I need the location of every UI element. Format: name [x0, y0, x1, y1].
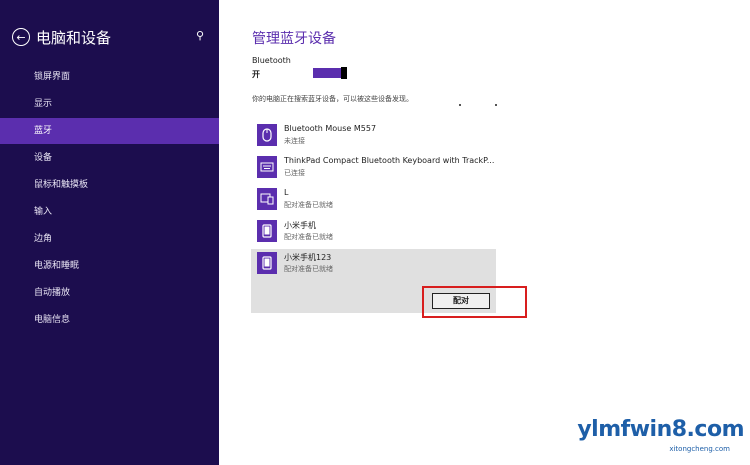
keyboard-icon: [257, 156, 277, 178]
progress-dot: [459, 104, 461, 106]
toggle-thumb: [341, 67, 347, 79]
search-hint: 你的电脑正在搜索蓝牙设备，可以被这些设备发现。: [252, 95, 413, 103]
nav-item-corners[interactable]: 边角: [0, 226, 219, 252]
nav-item-typing[interactable]: 输入: [0, 199, 219, 225]
nav-item-power-sleep[interactable]: 电源和睡眠: [0, 253, 219, 279]
device-item[interactable]: ThinkPad Compact Bluetooth Keyboard with…: [251, 153, 496, 183]
device-status: 已连接: [284, 169, 305, 177]
device-status: 配对准备已就绪: [284, 265, 333, 273]
nav-item-autoplay[interactable]: 自动播放: [0, 280, 219, 306]
page-title: 管理蓝牙设备: [252, 31, 336, 47]
progress-dot: [495, 104, 497, 106]
device-name: L: [284, 188, 289, 197]
watermark: ylmfwin8.com xitongcheng.com: [577, 417, 744, 459]
bluetooth-toggle[interactable]: [313, 67, 347, 79]
device-status: 配对准备已就绪: [284, 233, 333, 241]
search-icon[interactable]: ⚲: [196, 29, 204, 42]
device-item[interactable]: 小米手机 配对准备已就绪: [251, 217, 496, 247]
phone-icon: [257, 252, 277, 274]
highlight-box: [422, 286, 527, 318]
sidebar: ← 电脑和设备 ⚲ 锁屏界面 显示 蓝牙 设备 鼠标和触摸板 输入 边角 电源和…: [0, 0, 219, 465]
mouse-icon: [257, 124, 277, 146]
device-status: 未连接: [284, 137, 305, 145]
device-name: 小米手机123: [284, 253, 332, 262]
bluetooth-state: 开: [252, 70, 260, 79]
nav-item-lock-screen[interactable]: 锁屏界面: [0, 64, 219, 90]
back-arrow-icon[interactable]: ←: [12, 28, 30, 46]
main-panel: 管理蓝牙设备 Bluetooth 开 你的电脑正在搜索蓝牙设备，可以被这些设备发…: [219, 0, 750, 465]
nav-item-bluetooth[interactable]: 蓝牙: [0, 118, 219, 144]
nav-item-pc-info[interactable]: 电脑信息: [0, 307, 219, 333]
watermark-logo: ylmfwin8.com: [577, 417, 744, 442]
watermark-url: xitongcheng.com: [669, 445, 730, 453]
phone-icon: [257, 220, 277, 242]
device-item[interactable]: L 配对准备已就绪: [251, 185, 496, 215]
device-name: 小米手机: [284, 221, 316, 230]
device-status: 配对准备已就绪: [284, 201, 333, 209]
devices-icon: [257, 188, 277, 210]
nav-item-devices[interactable]: 设备: [0, 145, 219, 171]
nav-item-mouse-touchpad[interactable]: 鼠标和触摸板: [0, 172, 219, 198]
nav-item-display[interactable]: 显示: [0, 91, 219, 117]
bluetooth-label: Bluetooth: [252, 56, 291, 65]
device-name: Bluetooth Mouse M557: [284, 124, 377, 133]
device-name: ThinkPad Compact Bluetooth Keyboard with…: [284, 156, 495, 165]
sidebar-title: 电脑和设备: [36, 29, 112, 47]
device-item[interactable]: Bluetooth Mouse M557 未连接: [251, 121, 496, 151]
